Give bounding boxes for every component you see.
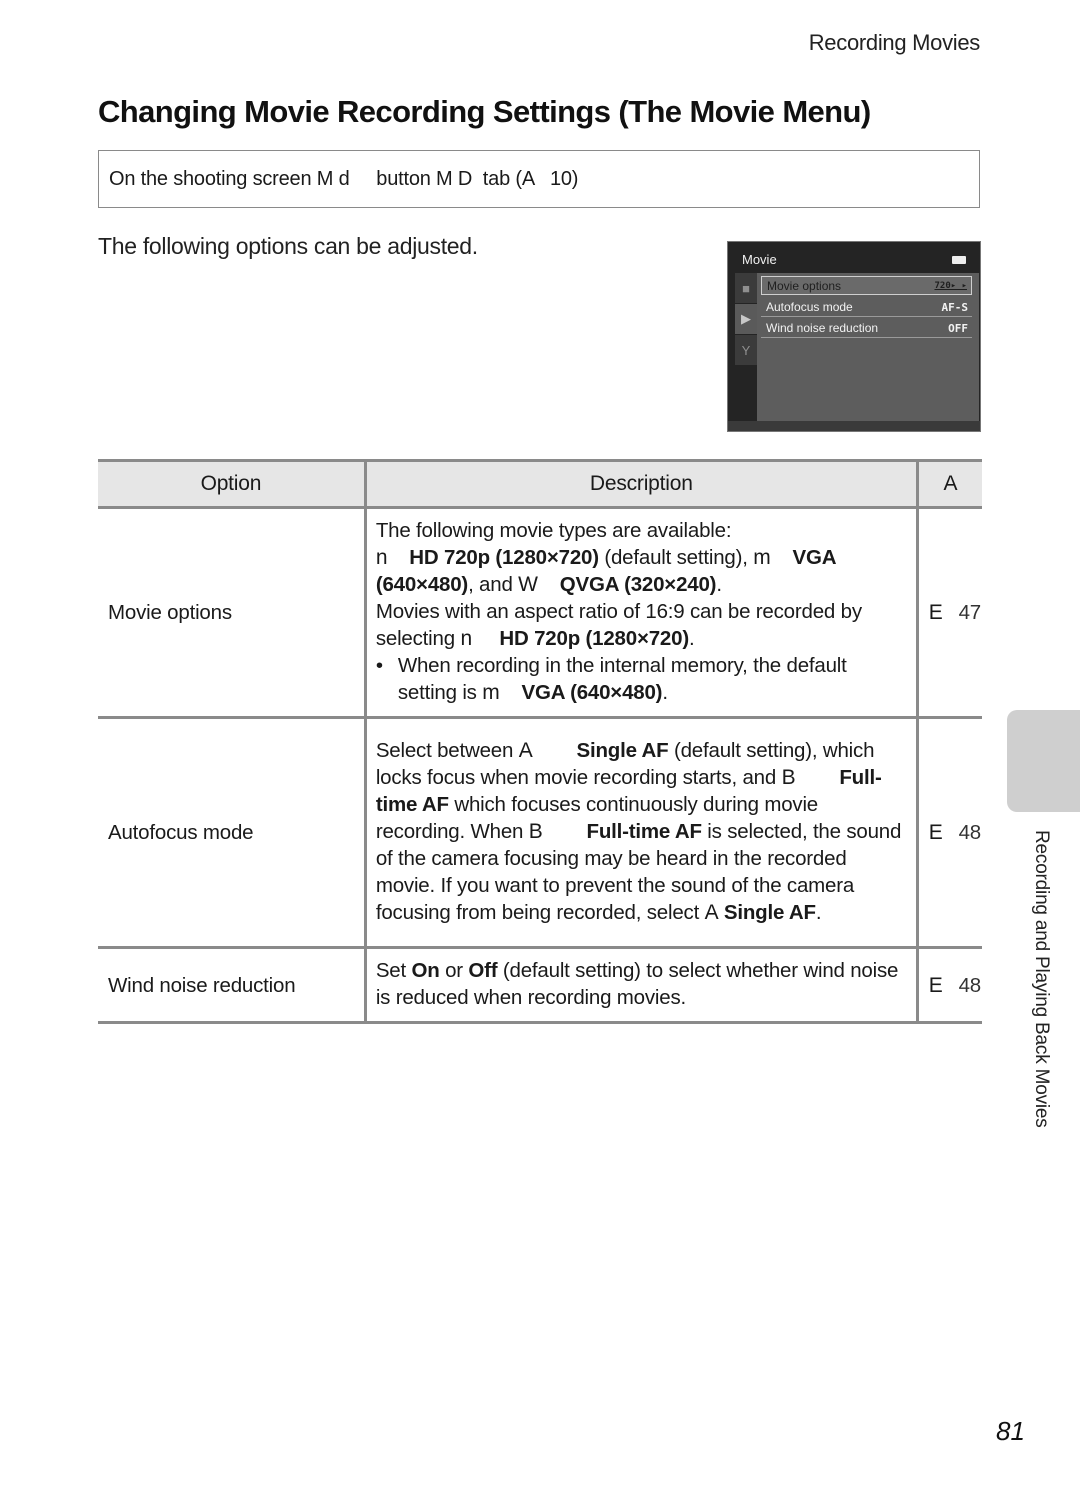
full-time-af-icon: B — [528, 820, 543, 843]
bold-term: HD 720p (1280×720) — [409, 546, 599, 569]
bold-term: HD 720p (1280×720) — [499, 627, 689, 650]
camera-menu-item: Autofocus mode AF-S — [761, 298, 972, 317]
text: . — [815, 901, 822, 924]
bold-term: Single AF — [576, 739, 669, 762]
intro-text: The following options can be adjusted. — [98, 233, 478, 259]
table-row: Wind noise reduction Set On or Off (defa… — [98, 947, 982, 1024]
navigation-path-box: On the shooting screen M d button M D ta… — [98, 150, 980, 208]
text: , and — [468, 573, 519, 596]
table-row: Autofocus mode Select between A Single A… — [98, 717, 982, 949]
option-name: Movie options — [98, 507, 366, 719]
column-header-reference: A — [915, 459, 982, 509]
reference-cell: E 47 — [915, 507, 982, 719]
text: or — [439, 959, 469, 982]
camera-menu-tabs: ■ ▶ Y — [735, 273, 757, 366]
chapter-thumb-tab[interactable] — [1007, 710, 1080, 812]
reference-page-link[interactable]: 48 — [959, 821, 982, 844]
text: (default setting), — [598, 546, 754, 569]
camera-icon: ■ — [735, 273, 757, 303]
camera-menu-item-value: 720▸ ▸ — [934, 280, 967, 291]
camera-menu-panel: Movie options 720▸ ▸ Autofocus mode AF-S… — [757, 273, 979, 421]
options-table: Option Description A Movie options The f… — [98, 459, 982, 1024]
column-header-option: Option — [98, 459, 366, 509]
vga-icon: m — [482, 681, 500, 704]
reference-page-link[interactable]: 48 — [959, 974, 982, 997]
reference-section-icon: E — [928, 821, 943, 844]
camera-menu-item: Wind noise reduction OFF — [761, 319, 972, 338]
option-description: Select between A Single AF (default sett… — [363, 717, 918, 949]
bold-term: Full-time AF — [586, 820, 702, 843]
camera-menu-item-value: OFF — [948, 321, 968, 335]
single-af-icon: A — [518, 739, 533, 762]
page-number: 81 — [996, 1416, 1025, 1446]
hd-720p-icon: n — [375, 546, 388, 569]
camera-menu-bottom-bar — [728, 421, 980, 431]
option-name: Wind noise reduction — [98, 947, 366, 1024]
bullet-item: • When recording in the internal memory,… — [376, 652, 906, 706]
qvga-icon: W — [518, 573, 538, 596]
reference-cell: E 48 — [915, 947, 982, 1024]
option-description: The following movie types are available:… — [363, 507, 918, 719]
text: Set — [375, 959, 412, 982]
hd-720p-icon: n — [460, 627, 472, 650]
reference-page-link[interactable]: 47 — [959, 601, 982, 624]
bold-term: VGA (640×480) — [521, 681, 663, 704]
battery-icon — [952, 256, 966, 264]
option-name: Autofocus mode — [98, 717, 366, 949]
text: . — [662, 681, 668, 704]
chapter-side-label: Recording and Playing Back Movies — [1031, 830, 1052, 1128]
vga-icon: m — [753, 546, 771, 569]
option-description: Set On or Off (default setting) to selec… — [363, 947, 918, 1024]
wrench-icon: Y — [735, 335, 757, 365]
description-line: Movies with an aspect ratio of 16:9 can … — [376, 598, 906, 652]
running-head: Recording Movies — [808, 30, 981, 55]
table-row: Movie options The following movie types … — [98, 507, 982, 719]
bullet-icon: • — [375, 654, 383, 677]
description-line: The following movie types are available: — [375, 519, 732, 542]
camera-menu-item-label: Autofocus mode — [766, 300, 853, 314]
bold-term: On — [411, 959, 440, 982]
text: . — [688, 627, 695, 650]
camera-menu-item-label: Wind noise reduction — [766, 321, 879, 335]
table-header-row: Option Description A — [98, 459, 982, 509]
single-af-icon: A — [704, 901, 719, 924]
text: Select between — [375, 739, 519, 762]
reference-section-icon: E — [928, 973, 943, 997]
page-title: Changing Movie Recording Settings (The M… — [98, 94, 871, 129]
camera-menu-item: Movie options 720▸ ▸ — [761, 276, 972, 295]
navigation-path-text: On the shooting screen M d button M D ta… — [109, 167, 579, 190]
option-name-text: Wind noise reduction — [108, 973, 296, 997]
camera-menu-screen: Movie ■ ▶ Y Movie options 720▸ ▸ Autofoc… — [727, 241, 981, 432]
column-header-description: Description — [363, 459, 918, 509]
reference-section-icon: E — [928, 601, 943, 624]
camera-menu-item-label: Movie options — [767, 278, 842, 293]
movie-camera-icon: ▶ — [735, 304, 757, 334]
reference-cell: E 48 — [915, 717, 982, 949]
description-line: n HD 720p (1280×720) (default setting), … — [376, 544, 906, 598]
camera-menu-item-value: AF-S — [941, 300, 969, 314]
bold-term: QVGA (320×240) — [559, 573, 717, 596]
camera-menu-title: Movie — [742, 252, 777, 267]
bold-term: Single AF — [723, 901, 816, 924]
bold-term: Off — [468, 959, 498, 982]
full-time-af-icon: B — [781, 766, 796, 789]
text: . — [716, 573, 722, 596]
